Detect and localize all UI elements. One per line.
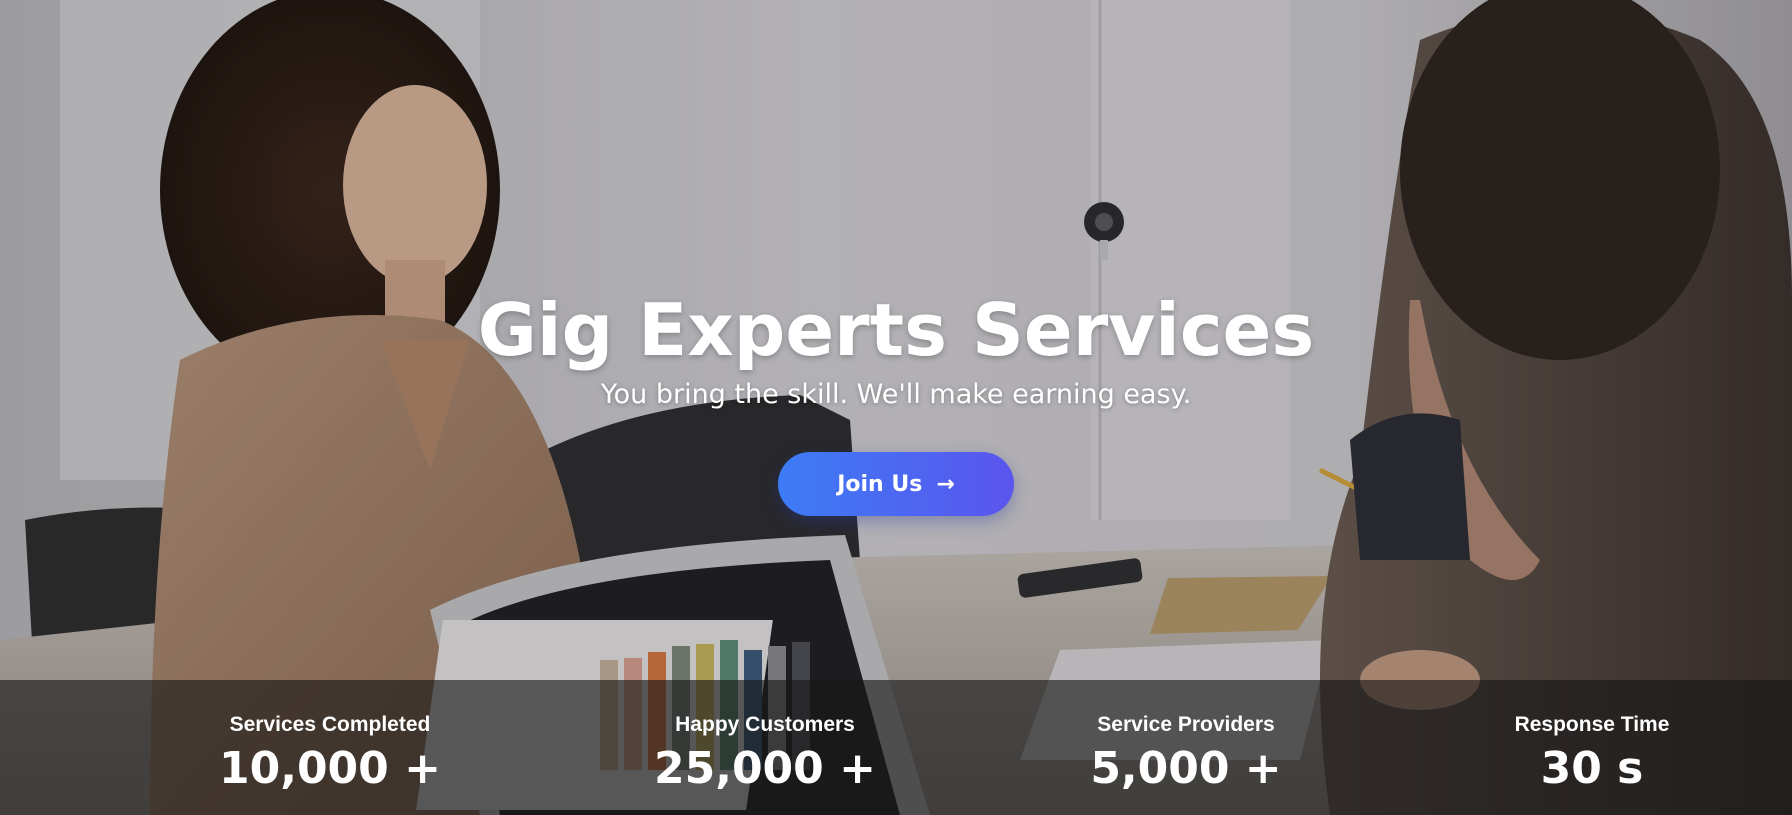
join-us-label: Join Us	[837, 471, 923, 497]
stat-label: Happy Customers	[675, 713, 855, 736]
stat-value: 10,000 +	[219, 743, 441, 794]
hero-subtitle: You bring the skill. We'll make earning …	[600, 379, 1192, 410]
stat-happy-customers: Happy Customers 25,000 +	[605, 712, 925, 794]
hero-content: Gig Experts Services You bring the skill…	[0, 288, 1792, 516]
stat-value: 25,000 +	[654, 743, 876, 794]
join-us-button[interactable]: Join Us →	[778, 452, 1014, 516]
hero-section: Gig Experts Services You bring the skill…	[0, 0, 1792, 815]
page-title: Gig Experts Services	[477, 288, 1315, 372]
stat-label: Services Completed	[229, 713, 431, 736]
stat-label: Service Providers	[1097, 713, 1275, 736]
stat-value: 5,000 +	[1090, 743, 1282, 794]
stat-service-providers: Service Providers 5,000 +	[1026, 712, 1346, 794]
stat-response-time: Response Time 30 s	[1432, 712, 1752, 794]
stats-bar: Services Completed 10,000 + Happy Custom…	[0, 680, 1792, 815]
stat-services-completed: Services Completed 10,000 +	[170, 712, 490, 794]
stat-label: Response Time	[1514, 713, 1670, 736]
stat-value: 30 s	[1540, 743, 1644, 794]
arrow-right-icon: →	[936, 471, 955, 497]
